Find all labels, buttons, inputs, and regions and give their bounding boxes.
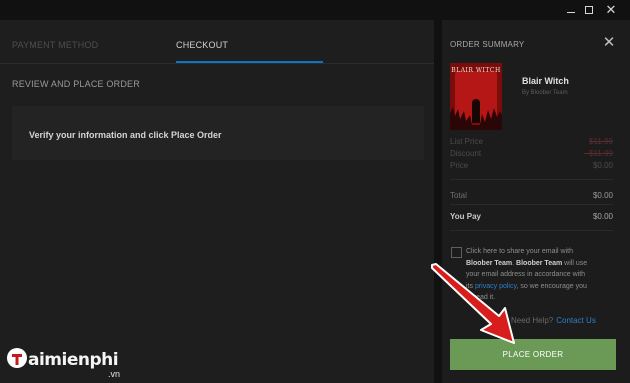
tab-payment-method[interactable]: PAYMENT METHOD <box>12 40 98 50</box>
discount-label: Discount <box>450 149 482 158</box>
close-summary-icon[interactable]: ✕ <box>601 35 617 51</box>
you-pay-label: You Pay <box>450 212 481 221</box>
price-label: Price <box>450 161 469 170</box>
place-order-button[interactable]: PLACE ORDER <box>450 339 616 370</box>
watermark-suffix: .vn <box>108 369 121 379</box>
publisher-name: Bloober Team <box>466 259 513 267</box>
tab-checkout[interactable]: CHECKOUT <box>176 40 228 50</box>
watermark-icon <box>7 348 27 368</box>
review-heading: REVIEW AND PLACE ORDER <box>12 79 140 89</box>
checkout-tabs: PAYMENT METHOD CHECKOUT <box>0 20 434 64</box>
window-titlebar: ✕ <box>0 0 630 20</box>
discount-value: - $11.99 <box>584 149 613 158</box>
watermark-brand: aimienphi <box>28 350 119 370</box>
active-tab-indicator <box>176 61 323 63</box>
privacy-policy-link[interactable]: privacy policy <box>475 283 517 290</box>
maximize-icon[interactable] <box>582 3 596 17</box>
summary-divider <box>450 179 613 180</box>
minimize-icon[interactable] <box>564 3 578 17</box>
game-cover-image: BLAIR WITCH <box>450 63 502 130</box>
total-value: $0.00 <box>592 191 613 200</box>
contact-us-link[interactable]: Contact Us <box>556 316 596 325</box>
list-price-label: List Price <box>450 137 483 146</box>
share-email-checkbox[interactable] <box>451 247 462 258</box>
publisher-name: Bloober Team <box>516 259 563 267</box>
panel-divider <box>434 20 442 383</box>
summary-divider <box>450 230 613 231</box>
summary-divider <box>450 204 613 205</box>
order-summary-panel: ORDER SUMMARY ✕ BLAIR WITCH Blair Witch … <box>442 20 630 383</box>
list-price-value: $11.99 <box>589 137 613 146</box>
total-label: Total <box>450 191 467 200</box>
order-summary-title: ORDER SUMMARY <box>450 40 525 49</box>
price-value: $0.00 <box>592 161 613 170</box>
game-publisher: By Bloober Team <box>522 90 568 96</box>
need-help-text: Need Help? <box>511 316 554 325</box>
watermark-logo: aimienphi .vn <box>4 344 144 380</box>
cover-trees-art <box>450 107 502 130</box>
cover-title-text: BLAIR WITCH <box>451 67 501 74</box>
help-row: Need Help? Contact Us <box>511 316 596 325</box>
info-box: Verify your information and click Place … <box>12 106 424 160</box>
info-message: Verify your information and click Place … <box>29 130 222 140</box>
checkout-panel: PAYMENT METHOD CHECKOUT REVIEW AND PLACE… <box>0 20 434 383</box>
you-pay-value: $0.00 <box>592 212 613 221</box>
game-title: Blair Witch <box>522 76 569 86</box>
close-icon[interactable]: ✕ <box>604 3 618 17</box>
share-email-text: Click here to share your email with Bloo… <box>466 248 588 301</box>
